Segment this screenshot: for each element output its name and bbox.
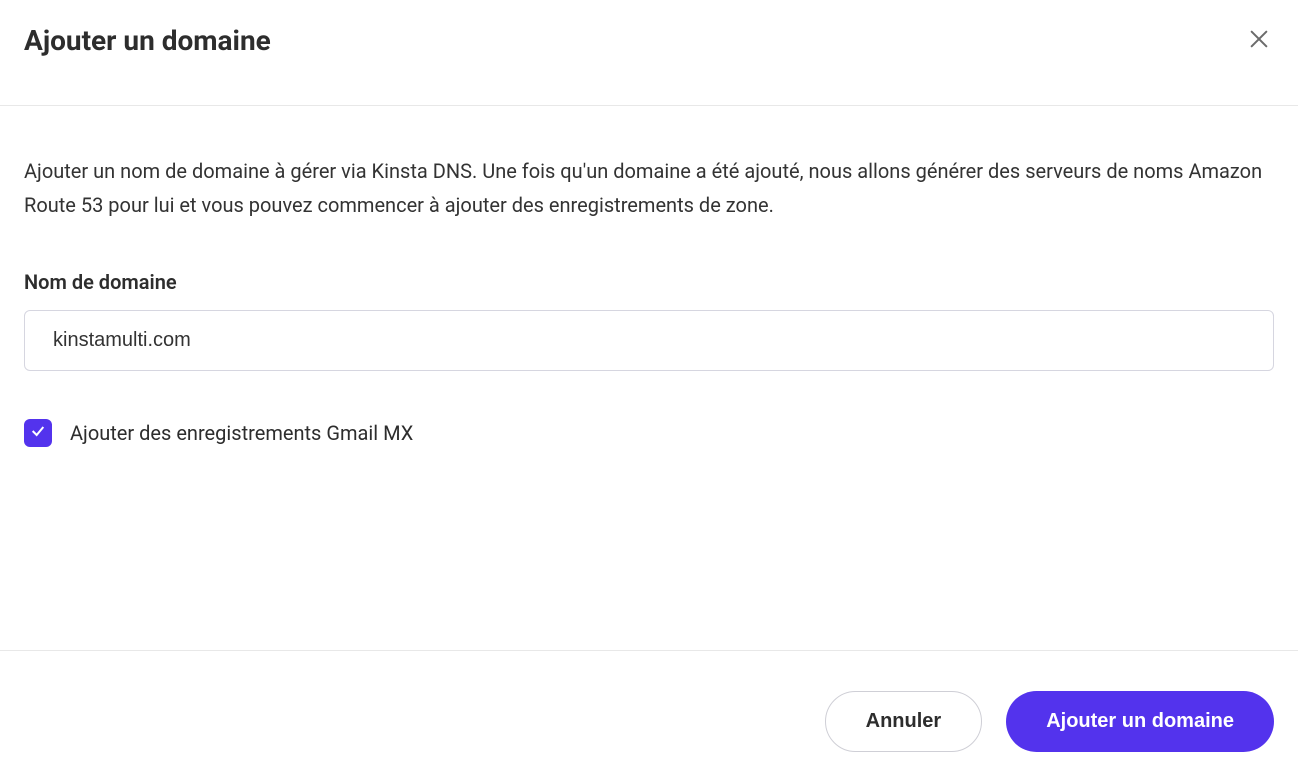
modal-footer: Annuler Ajouter un domaine xyxy=(0,650,1298,776)
gmail-mx-checkbox[interactable] xyxy=(24,419,52,447)
check-icon xyxy=(30,423,46,443)
add-domain-modal: Ajouter un domaine Ajouter un nom de dom… xyxy=(0,0,1298,776)
add-domain-button[interactable]: Ajouter un domaine xyxy=(1006,691,1274,752)
modal-title: Ajouter un domaine xyxy=(24,24,271,57)
gmail-mx-checkbox-label: Ajouter des enregistrements Gmail MX xyxy=(70,421,413,445)
close-icon xyxy=(1248,28,1270,53)
modal-header: Ajouter un domaine xyxy=(0,0,1298,106)
cancel-button[interactable]: Annuler xyxy=(825,691,983,752)
close-button[interactable] xyxy=(1244,24,1274,57)
modal-body: Ajouter un nom de domaine à gérer via Ki… xyxy=(0,106,1298,650)
gmail-mx-checkbox-row: Ajouter des enregistrements Gmail MX xyxy=(24,419,1274,447)
modal-description: Ajouter un nom de domaine à gérer via Ki… xyxy=(24,154,1274,222)
domain-label: Nom de domaine xyxy=(24,270,1274,294)
domain-input[interactable] xyxy=(24,310,1274,371)
